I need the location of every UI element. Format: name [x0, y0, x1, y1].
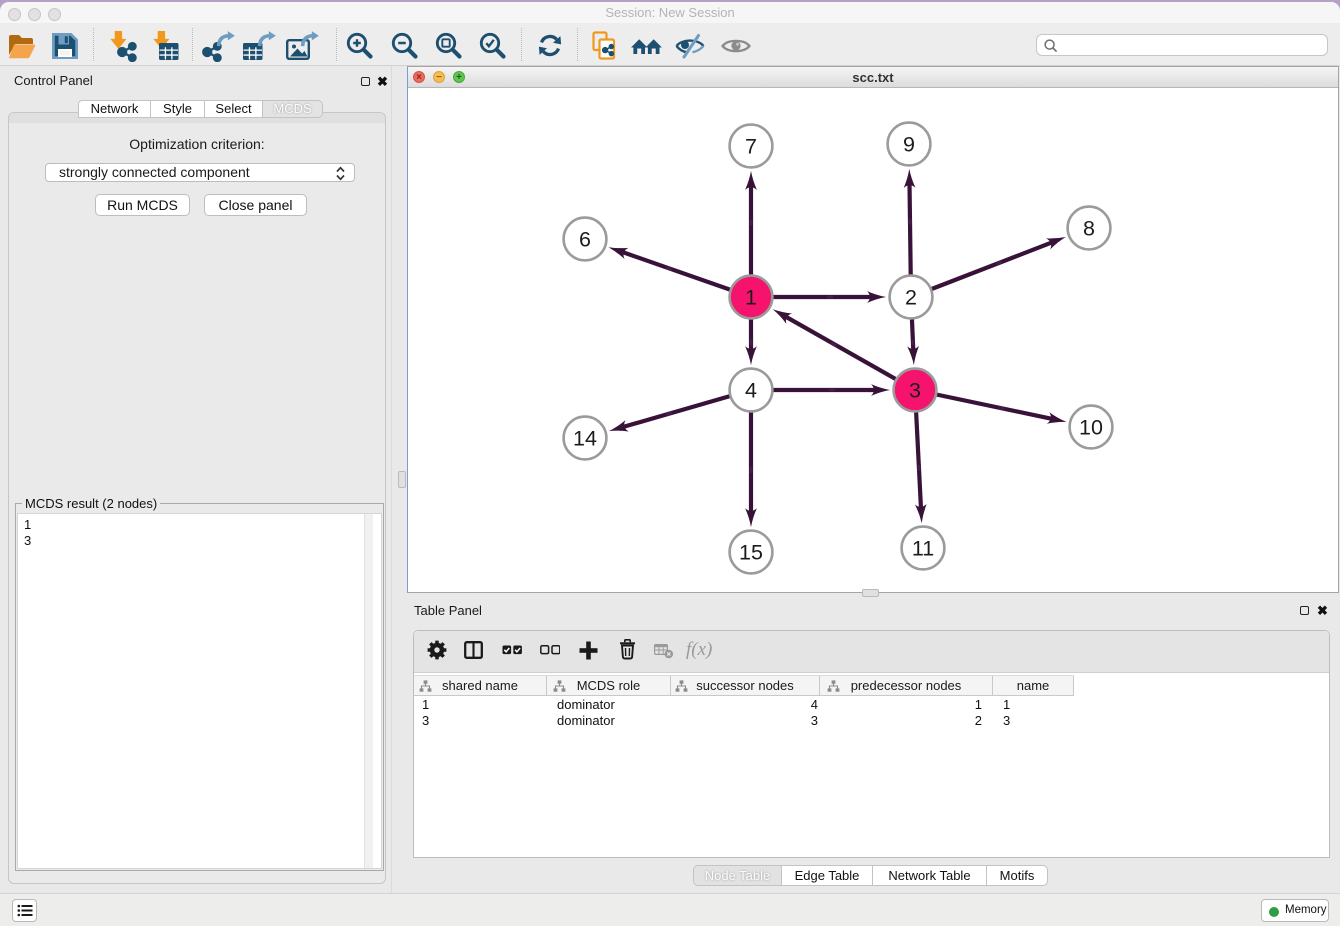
svg-text:7: 7	[745, 135, 757, 159]
svg-text:6: 6	[579, 228, 591, 252]
svg-text:2: 2	[905, 286, 917, 310]
svg-text:9: 9	[903, 133, 915, 157]
svg-text:f(x): f(x)	[686, 639, 712, 660]
svg-text:11: 11	[911, 537, 933, 561]
svg-text:15: 15	[739, 541, 763, 565]
svg-text:4: 4	[745, 379, 757, 403]
svg-text:3: 3	[909, 379, 921, 403]
svg-text:10: 10	[1079, 416, 1103, 440]
svg-text:1: 1	[745, 286, 757, 310]
svg-text:14: 14	[573, 427, 597, 451]
svg-text:8: 8	[1083, 217, 1095, 241]
